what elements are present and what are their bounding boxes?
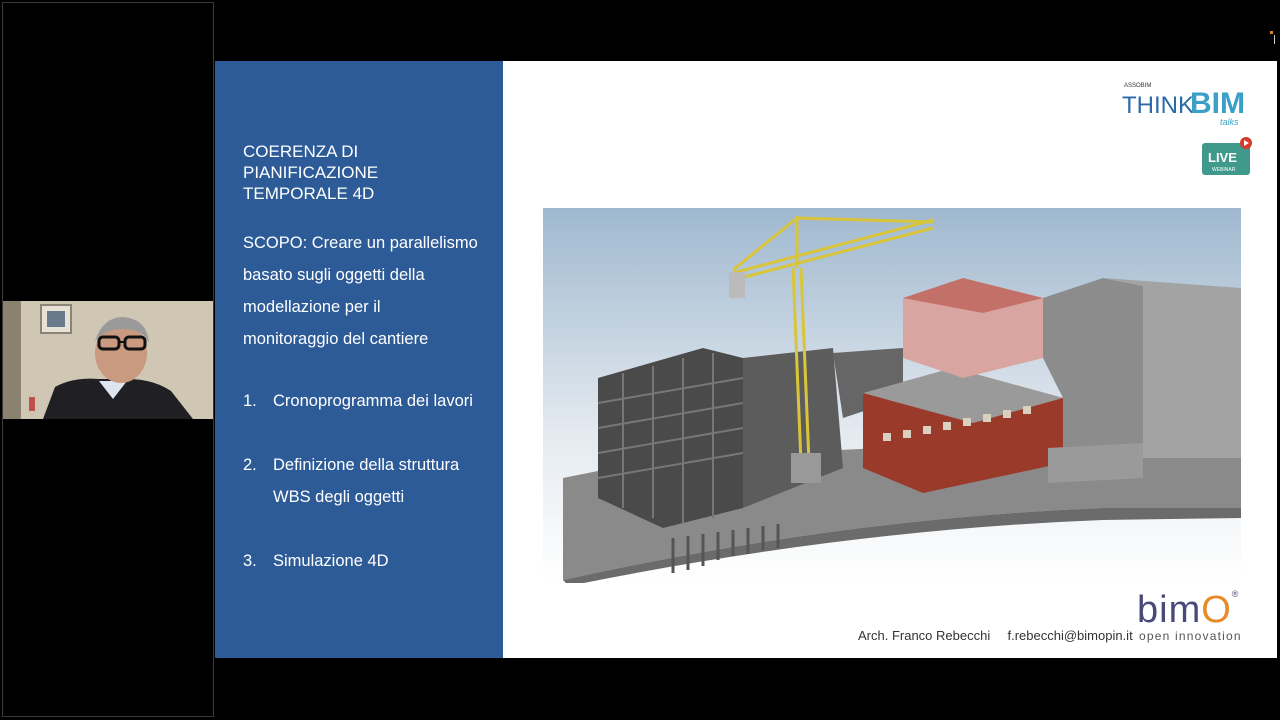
- speaker-video-frame: [3, 301, 213, 419]
- slide-title-line: PIANIFICAZIONE: [243, 163, 379, 182]
- scope-line: monitoraggio del cantiere: [243, 330, 429, 348]
- list-text: Definizione della struttura WBS degli og…: [273, 449, 503, 513]
- author-email: f.rebecchi@bimopin.it: [1007, 628, 1133, 643]
- slide-scope-text: SCOPO: Creare un parallelismo basato sug…: [243, 227, 503, 355]
- speaker-video[interactable]: [3, 301, 213, 419]
- scope-line: basato sugli oggetti della: [243, 266, 425, 284]
- scope-line: SCOPO: Creare un parallelismo: [243, 234, 478, 252]
- pointer-dot-icon: [1270, 31, 1273, 34]
- bimo-registered: ®: [1231, 589, 1240, 599]
- list-text: Simulazione 4D: [273, 552, 389, 570]
- slide-title-line: COERENZA DI: [243, 142, 359, 161]
- list-item: 2. Definizione della struttura WBS degli…: [243, 449, 503, 513]
- bim-label: BIM: [1190, 87, 1245, 120]
- bimo-tagline: open innovation: [1139, 629, 1242, 643]
- think-label: THINK: [1122, 92, 1194, 119]
- slide-left-panel: COERENZA DI PIANIFICAZIONE TEMPORALE 4D …: [215, 61, 503, 658]
- author-name: Arch. Franco Rebecchi: [858, 628, 991, 643]
- slide-footer: Arch. Franco Rebecchi f.rebecchi@bimopin…: [858, 628, 1133, 643]
- slide-title: COERENZA DI PIANIFICAZIONE TEMPORALE 4D: [243, 141, 493, 204]
- thinkbim-logo: ASSOBIM THINK BIM talks LIVE WEBINAR: [1120, 75, 1260, 175]
- bimo-o: O: [1201, 589, 1232, 631]
- list-text-line: WBS degli oggetti: [273, 488, 405, 506]
- talks-label: talks: [1220, 117, 1239, 127]
- bimo-wordmark: bimO®: [1137, 589, 1239, 632]
- bimo-logo: bimO® open innovation: [1137, 589, 1267, 647]
- bimo-word: bim: [1137, 589, 1202, 631]
- thinkbim-logo-graphic: ASSOBIM THINK BIM talks LIVE WEBINAR: [1122, 83, 1252, 175]
- scope-line: modellazione per il: [243, 298, 381, 316]
- list-item: 3. Simulazione 4D: [243, 545, 503, 577]
- list-text: Cronoprogramma dei lavori: [273, 392, 473, 410]
- list-text-line: Definizione della struttura: [273, 456, 460, 474]
- list-number: 2.: [243, 456, 257, 474]
- slide-title-line: TEMPORALE 4D: [243, 184, 375, 203]
- webinar-label: WEBINAR: [1212, 167, 1236, 173]
- list-number: 3.: [243, 552, 257, 570]
- list-number: 1.: [243, 392, 257, 410]
- bim-model-render: [543, 208, 1241, 586]
- live-label: LIVE: [1208, 150, 1237, 165]
- assobim-label: ASSOBIM: [1124, 83, 1151, 89]
- presentation-slide: COERENZA DI PIANIFICAZIONE TEMPORALE 4D …: [215, 61, 1277, 658]
- text-cursor-icon: [1274, 35, 1275, 44]
- list-item: 1. Cronoprogramma dei lavori: [243, 385, 503, 417]
- bim-model-image: [543, 208, 1241, 586]
